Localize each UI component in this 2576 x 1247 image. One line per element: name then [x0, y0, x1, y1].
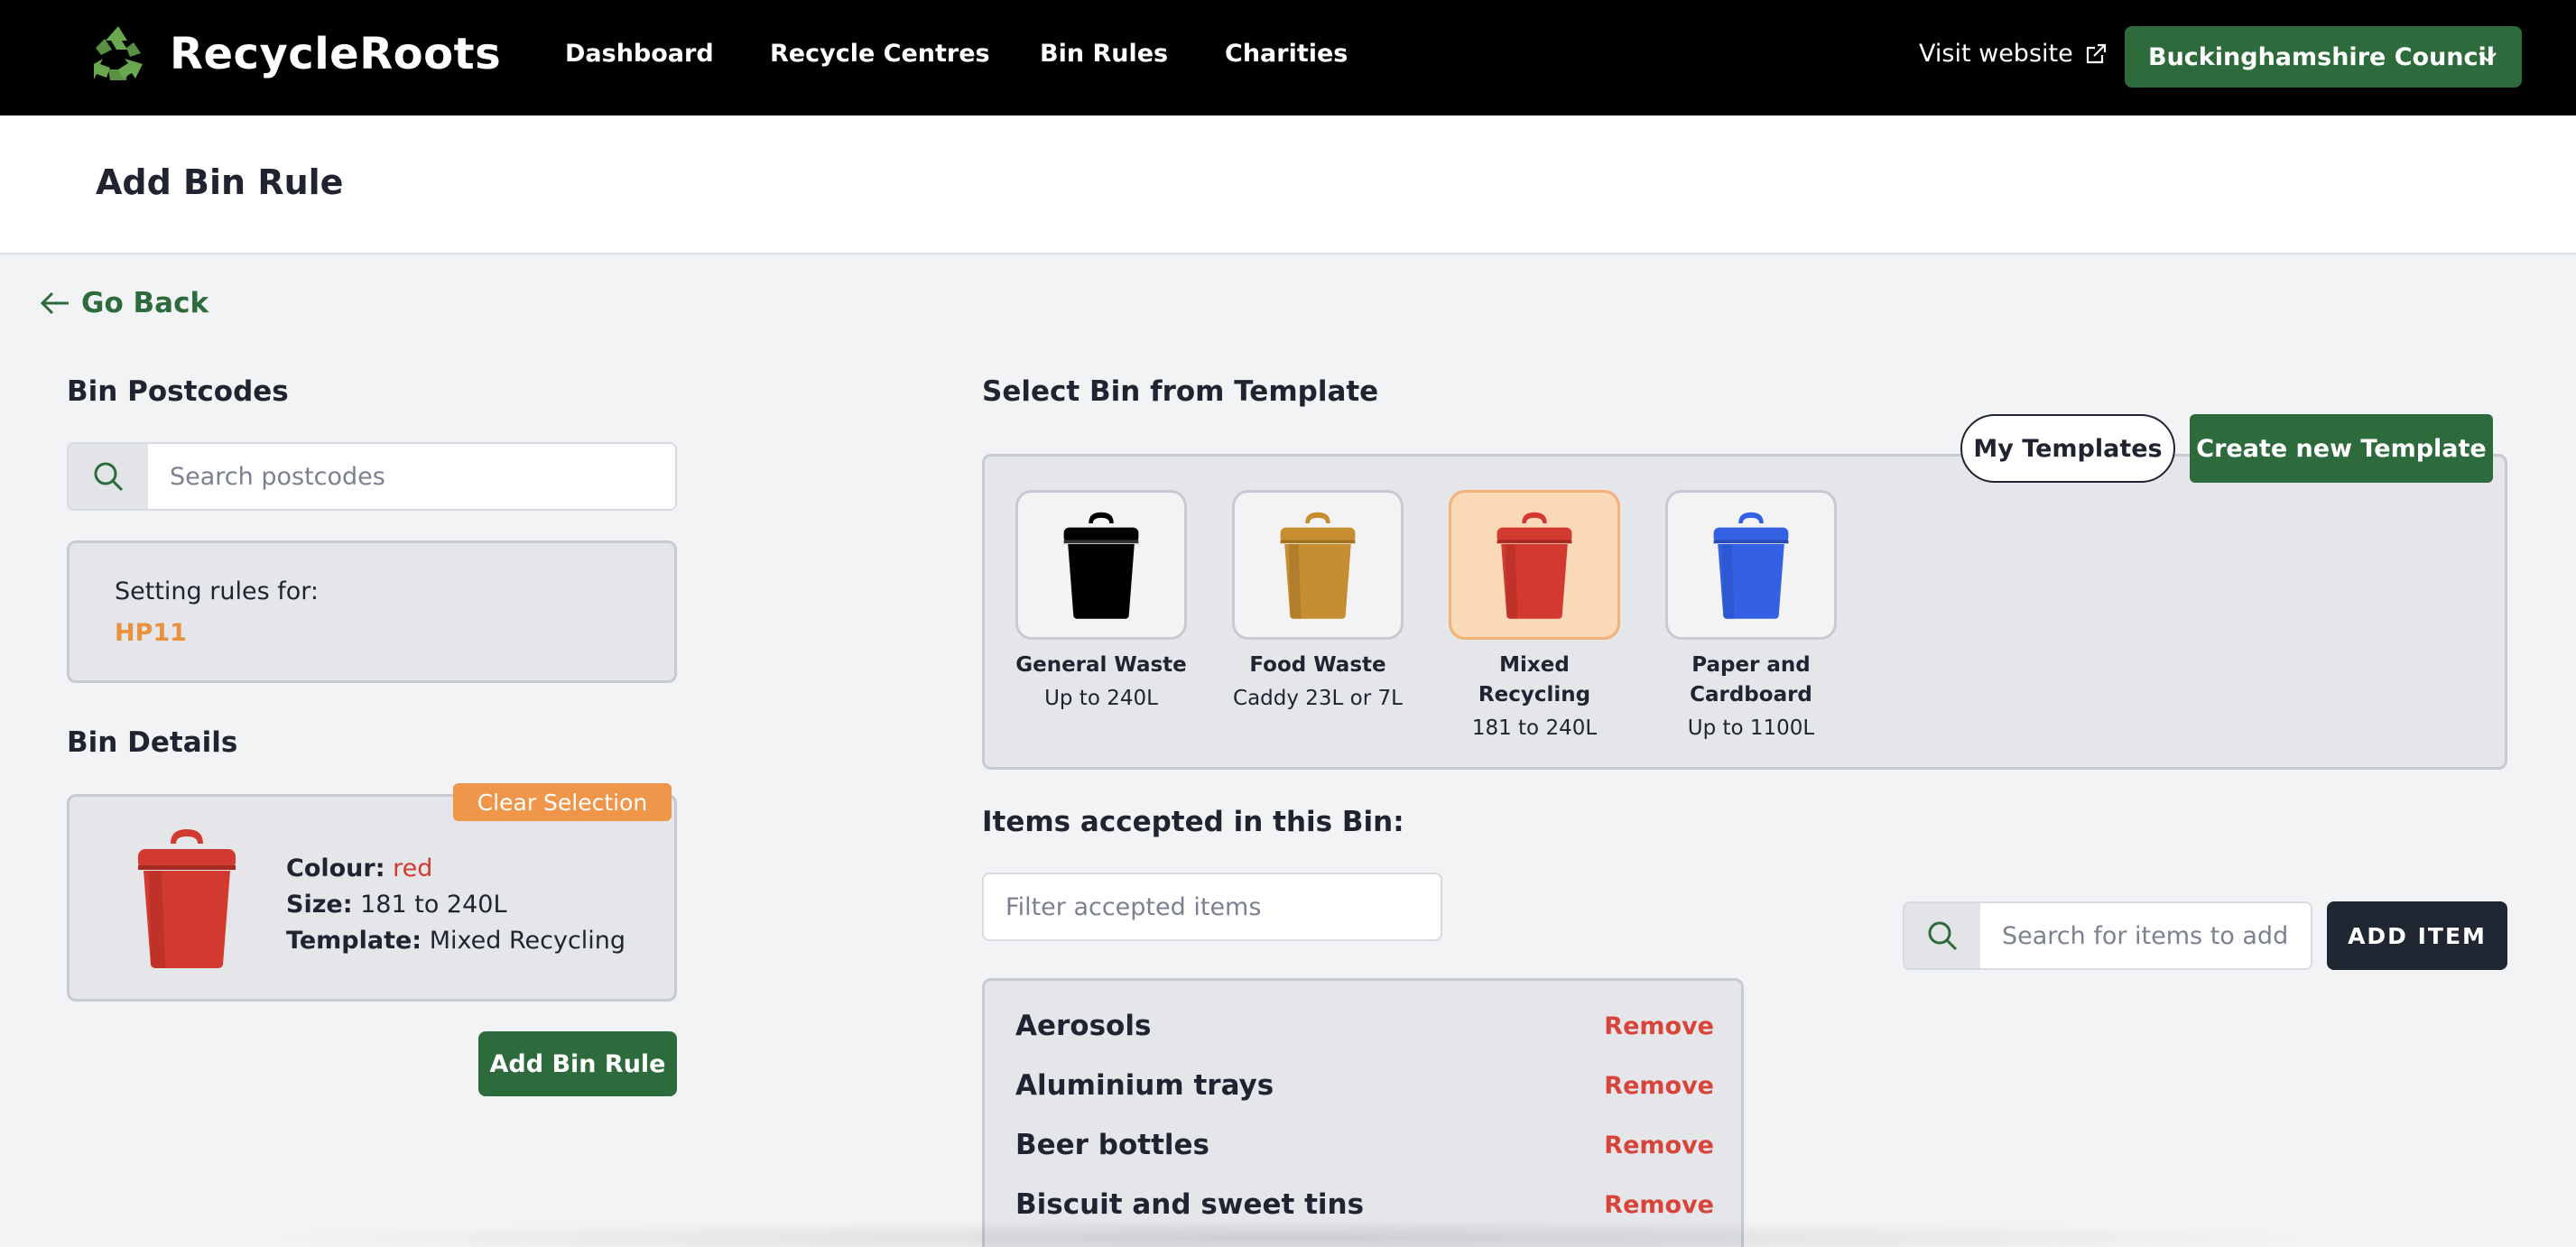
item-name: Biscuit and sweet tins — [1015, 1188, 1365, 1221]
nav-bin-rules[interactable]: Bin Rules — [1040, 40, 1168, 68]
recycle-icon — [94, 26, 143, 80]
bottom-shadow — [253, 1220, 2329, 1247]
postcode-search-input[interactable] — [148, 444, 675, 509]
add-item-search-input[interactable] — [1980, 903, 2311, 968]
template-panel: General Waste Up to 240L Food Waste Cadd… — [982, 454, 2507, 770]
arrow-left-icon — [40, 291, 69, 315]
template-detail: Template: Mixed Recycling — [286, 927, 625, 955]
bin-details-box: Colour: red Size: 181 to 240L Template: … — [67, 794, 677, 1002]
search-icon — [94, 462, 124, 492]
create-template-button[interactable]: Create new Template — [2190, 414, 2493, 483]
page-title: Add Bin Rule — [96, 162, 344, 202]
selected-postcode: HP11 — [115, 619, 187, 647]
size-detail: Size: 181 to 240L — [286, 891, 507, 919]
amber-bin-icon — [1280, 512, 1356, 619]
remove-button[interactable]: Remove — [1604, 1132, 1714, 1159]
visit-website-label: Visit website — [1919, 40, 2073, 68]
accepted-items-list: Aerosols Remove Aluminium trays Remove B… — [982, 978, 1744, 1247]
postcode-search — [67, 442, 677, 511]
add-item-search-addon — [1904, 903, 1980, 968]
nav-dashboard[interactable]: Dashboard — [565, 40, 714, 68]
nav-charities[interactable]: Charities — [1225, 40, 1348, 68]
blue-bin-icon — [1713, 512, 1789, 619]
add-item-search — [1903, 901, 2312, 970]
template-food-waste[interactable]: Food Waste Caddy 23L or 7L — [1232, 490, 1404, 714]
add-item-button[interactable]: ADD ITEM — [2327, 901, 2507, 970]
app-name: RecycleRoots — [170, 29, 502, 79]
search-icon — [1928, 921, 1958, 951]
template-general-waste[interactable]: General Waste Up to 240L — [1015, 490, 1187, 714]
template-tile — [1015, 490, 1187, 640]
item-name: Beer bottles — [1015, 1129, 1209, 1161]
list-item: Aluminium trays Remove — [1015, 1066, 1714, 1105]
go-back-label: Go Back — [81, 287, 209, 319]
black-bin-icon — [1063, 512, 1139, 619]
remove-button[interactable]: Remove — [1604, 1012, 1714, 1040]
setting-rules-box: Setting rules for: HP11 — [67, 540, 677, 683]
list-item: Biscuit and sweet tins Remove — [1015, 1185, 1714, 1224]
go-back-link[interactable]: Go Back — [40, 287, 208, 319]
template-name: Paper and Cardboard — [1690, 653, 1812, 707]
template-name: General Waste — [1015, 653, 1187, 677]
item-name: Aluminium trays — [1015, 1069, 1274, 1102]
external-link-icon — [2086, 43, 2106, 63]
template-size: 181 to 240L — [1471, 716, 1598, 740]
list-item: Beer bottles Remove — [1015, 1125, 1714, 1165]
select-template-title: Select Bin from Template — [982, 375, 1379, 408]
clear-selection-button[interactable]: Clear Selection — [453, 783, 672, 821]
template-size: Up to 240L — [1044, 687, 1158, 710]
item-name: Aerosols — [1015, 1010, 1152, 1042]
bin-postcodes-title: Bin Postcodes — [67, 375, 289, 408]
template-size: Caddy 23L or 7L — [1233, 687, 1403, 710]
remove-button[interactable]: Remove — [1604, 1072, 1714, 1100]
add-bin-rule-button[interactable]: Add Bin Rule — [478, 1031, 677, 1096]
list-item: Aerosols Remove — [1015, 1006, 1714, 1046]
colour-value: red — [393, 854, 433, 882]
council-label: Buckinghamshire Council — [2148, 42, 2496, 71]
template-tile — [1232, 490, 1404, 640]
visit-website-link[interactable]: Visit website — [1919, 40, 2108, 68]
template-paper-and-cardboard[interactable]: Paper and Cardboard Up to 1100L — [1665, 490, 1837, 744]
nav-recycle-centres[interactable]: Recycle Centres — [770, 40, 990, 68]
bin-details-title: Bin Details — [67, 726, 238, 759]
template-name: Mixed Recycling — [1478, 653, 1591, 707]
template-tile — [1665, 490, 1837, 640]
page-header: Add Bin Rule — [0, 115, 2576, 254]
size-value: 181 to 240L — [360, 891, 507, 919]
template-label: Template: — [286, 927, 422, 955]
template-mixed-recycling[interactable]: Mixed Recycling 181 to 240L — [1449, 490, 1620, 744]
chevron-down-icon — [2479, 52, 2497, 62]
size-label: Size: — [286, 891, 353, 919]
template-size: Up to 1100L — [1687, 716, 1815, 740]
red-bin-icon — [1496, 512, 1572, 619]
template-tile-selected — [1449, 490, 1620, 640]
app-logo[interactable]: RecycleRoots — [87, 18, 501, 90]
top-navbar: RecycleRoots Dashboard Recycle Centres B… — [0, 0, 2576, 115]
council-dropdown[interactable]: Buckinghamshire Council — [2125, 26, 2522, 88]
my-templates-button[interactable]: My Templates — [1960, 414, 2175, 483]
accepted-items-title: Items accepted in this Bin: — [982, 806, 1404, 838]
setting-rules-label: Setting rules for: — [115, 577, 319, 605]
colour-detail: Colour: red — [286, 854, 432, 882]
red-bin-icon — [138, 829, 236, 968]
filter-accepted-input[interactable] — [982, 873, 1442, 941]
template-value: Mixed Recycling — [429, 927, 626, 955]
remove-button[interactable]: Remove — [1604, 1191, 1714, 1219]
colour-label: Colour: — [286, 854, 385, 882]
postcode-search-addon — [69, 444, 148, 509]
template-name: Food Waste — [1249, 653, 1386, 677]
